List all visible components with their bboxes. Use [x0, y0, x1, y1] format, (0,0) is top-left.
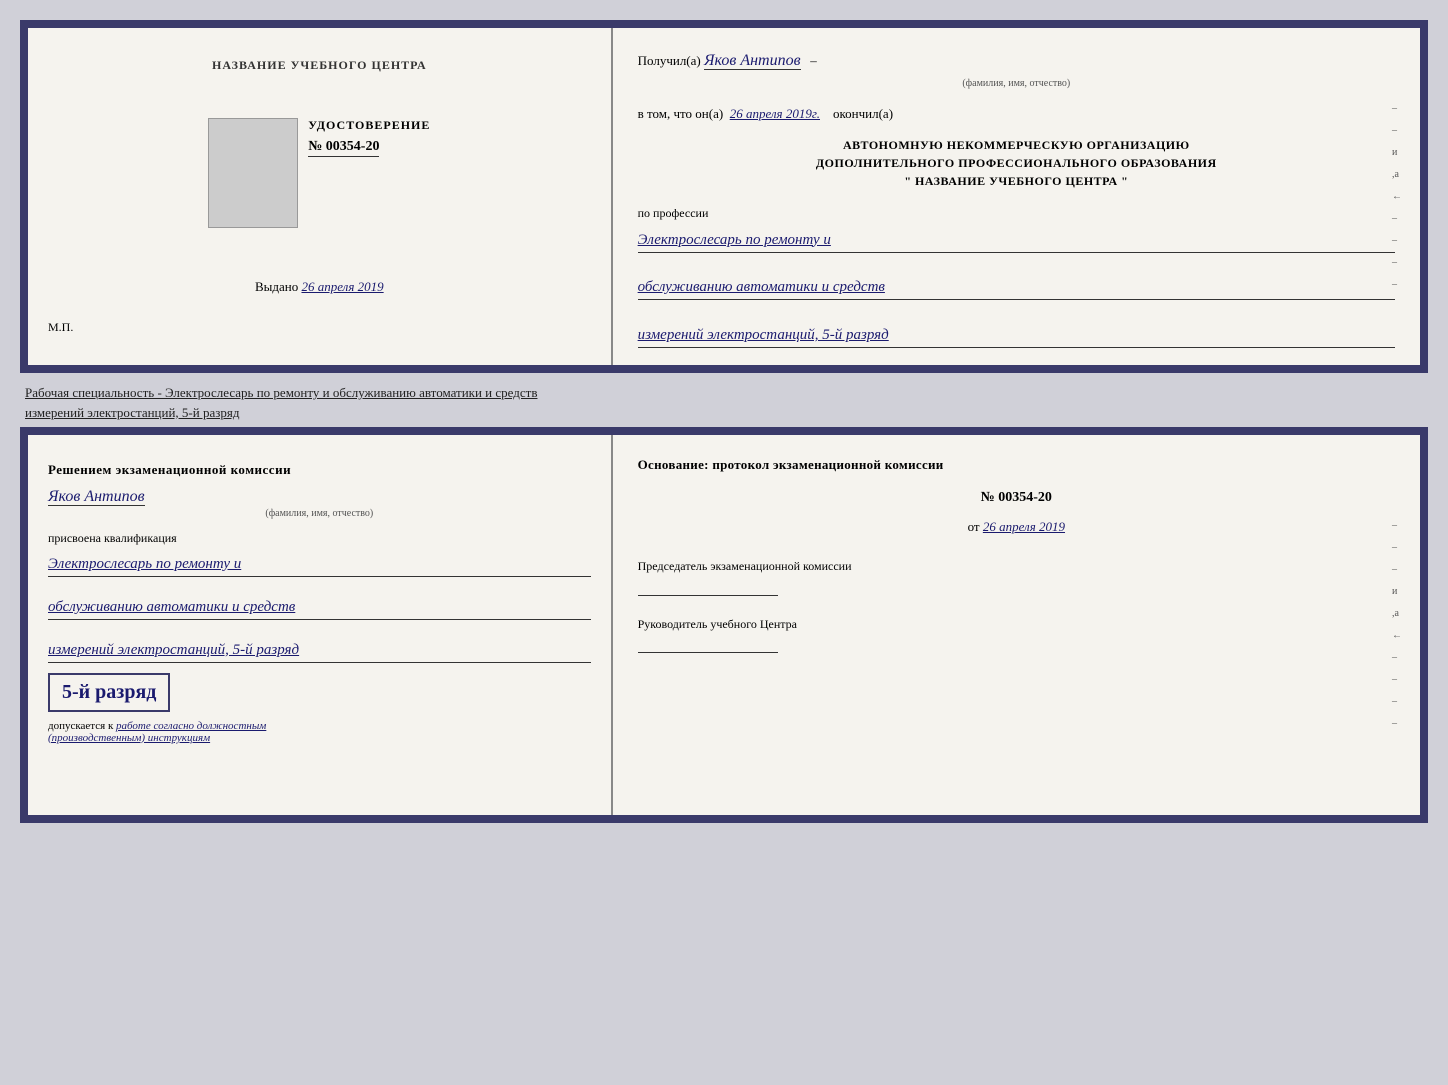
cert-udostoverenie-label: УДОСТОВЕРЕНИЕ	[308, 118, 430, 133]
bottom-person-name-row: Яков Антипов (фамилия, имя, отчество)	[48, 488, 591, 519]
cert-number-block: УДОСТОВЕРЕНИЕ № 00354-20	[308, 118, 430, 155]
cert-title-header: НАЗВАНИЕ УЧЕБНОГО ЦЕНТРА	[212, 58, 427, 73]
completed-label: окончил(а)	[833, 106, 893, 121]
cert-issued-block: Выдано 26 апреля 2019	[255, 279, 384, 295]
bottom-qual-line1: Электрослесарь по ремонту и	[48, 552, 591, 577]
that-label: в том, что он(а)	[638, 106, 724, 121]
cert-photo-row: УДОСТОВЕРЕНИЕ № 00354-20	[208, 118, 430, 238]
separator-text: Рабочая специальность - Электрослесарь п…	[20, 373, 1428, 427]
completion-date: 26 апреля 2019г.	[730, 106, 820, 121]
date-prefix: от	[968, 519, 980, 534]
bottom-certificate: Решением экзаменационной комиссии Яков А…	[20, 427, 1428, 823]
mp-label: М.П.	[48, 320, 73, 335]
bottom-qual-line2: обслуживанию автоматики и средств	[48, 595, 591, 620]
protocol-date-row: от 26 апреля 2019	[638, 517, 1395, 538]
protocol-date: 26 апреля 2019	[983, 519, 1065, 534]
org-line1: АВТОНОМНУЮ НЕКОММЕРЧЕСКУЮ ОРГАНИЗАЦИЮ	[638, 136, 1395, 154]
basis-label: Основание: протокол экзаменационной коми…	[638, 455, 1395, 475]
top-certificate: НАЗВАНИЕ УЧЕБНОГО ЦЕНТРА УДОСТОВЕРЕНИЕ №…	[20, 20, 1428, 373]
cert-number-value: № 00354-20	[308, 139, 379, 157]
org-line2: ДОПОЛНИТЕЛЬНОГО ПРОФЕССИОНАЛЬНОГО ОБРАЗО…	[638, 154, 1395, 172]
cert-photo	[208, 118, 298, 228]
received-line: Получил(а) Яков Антипов – (фамилия, имя,…	[638, 48, 1395, 92]
grade-text: 5-й разряд	[62, 681, 156, 703]
completion-line: в том, что он(а) 26 апреля 2019г. окончи…	[638, 104, 1395, 125]
org-line3: " НАЗВАНИЕ УЧЕБНОГО ЦЕНТРА "	[638, 172, 1395, 190]
top-cert-left: НАЗВАНИЕ УЧЕБНОГО ЦЕНТРА УДОСТОВЕРЕНИЕ №…	[28, 28, 613, 365]
bottom-qual-line3: измерений электростанций, 5-й разряд	[48, 638, 591, 663]
separator-line1: Рабочая специальность - Электрослесарь п…	[25, 385, 537, 400]
director-signature-block: Руководитель учебного Центра	[638, 616, 1395, 654]
bottom-cert-left: Решением экзаменационной комиссии Яков А…	[28, 435, 613, 815]
cert-number-prefix: №	[308, 139, 322, 154]
name-subtitle-top: (фамилия, имя, отчество)	[638, 76, 1395, 92]
director-signature-line	[638, 652, 778, 653]
received-label: Получил(а)	[638, 53, 701, 68]
cert-number: 00354-20	[326, 139, 380, 154]
chairman-signature-block: Председатель экзаменационной комиссии	[638, 558, 1395, 596]
top-cert-right: Получил(а) Яков Антипов – (фамилия, имя,…	[613, 28, 1420, 365]
org-text: АВТОНОМНУЮ НЕКОММЕРЧЕСКУЮ ОРГАНИЗАЦИЮ ДО…	[638, 136, 1395, 190]
admission-text: допускается к работе согласно должностны…	[48, 720, 591, 744]
director-role: Руководитель учебного Центра	[638, 616, 1395, 633]
page-wrapper: НАЗВАНИЕ УЧЕБНОГО ЦЕНТРА УДОСТОВЕРЕНИЕ №…	[20, 20, 1428, 823]
profession-line3: измерений электростанций, 5-й разряд	[638, 323, 1395, 348]
protocol-number-row: № 00354-20	[638, 487, 1395, 509]
bottom-cert-right: Основание: протокол экзаменационной коми…	[613, 435, 1420, 815]
grade-box: 5-й разряд	[48, 673, 170, 712]
admission-prefix: допускается к	[48, 720, 113, 732]
decision-text: Решением экзаменационной комиссии	[48, 460, 591, 480]
bottom-right-side-marks: – – – и ,а ← – – – –	[1392, 435, 1412, 815]
admission-instruction-text: (производственным) инструкциям	[48, 732, 210, 744]
admission-work-text: работе согласно должностным	[116, 720, 266, 732]
separator-line2: измерений электростанций, 5-й разряд	[25, 405, 239, 420]
recipient-name: Яков Антипов	[704, 52, 801, 70]
profession-line1: Электрослесарь по ремонту и	[638, 228, 1395, 253]
profession-label: по профессии	[638, 204, 1395, 223]
protocol-number: 00354-20	[998, 490, 1052, 505]
protocol-prefix: №	[981, 490, 995, 505]
bottom-name-subtitle: (фамилия, имя, отчество)	[48, 508, 591, 519]
qual-assigned-label: присвоена квалификация	[48, 531, 591, 546]
issued-label: Выдано	[255, 279, 298, 294]
right-side-marks: – – и ,а ← – – – –	[1392, 28, 1412, 365]
profession-line2: обслуживанию автоматики и средств	[638, 275, 1395, 300]
chair-role: Председатель экзаменационной комиссии	[638, 558, 1395, 575]
chair-signature-line	[638, 595, 778, 596]
issued-date: 26 апреля 2019	[301, 279, 383, 294]
bottom-person-name: Яков Антипов	[48, 488, 145, 506]
